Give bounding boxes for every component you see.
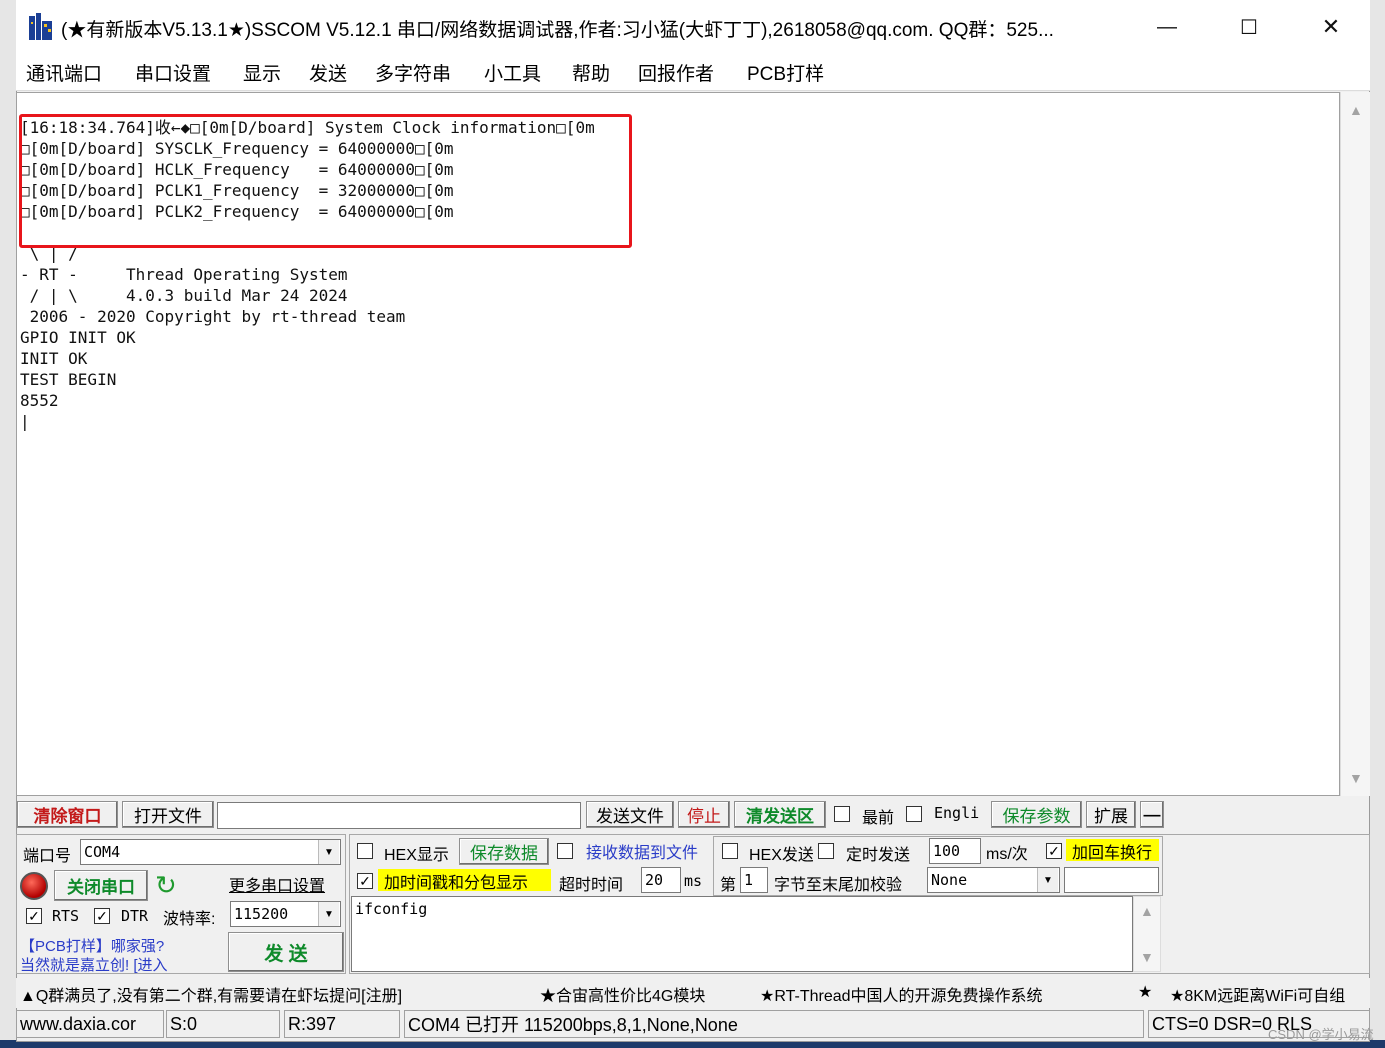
send-scrollbar[interactable]: ▲ ▼	[1133, 896, 1161, 972]
menu-feedback[interactable]: 回报作者	[638, 59, 714, 86]
scroll-down-icon[interactable]: ▼	[1349, 770, 1363, 786]
send-file-button[interactable]: 发送文件	[586, 801, 674, 828]
timed-send-checkbox[interactable]	[818, 843, 834, 859]
index-label: 第	[720, 877, 737, 894]
receive-log[interactable]: [16:18:34.764]收←◆□[0m[D/board] System Cl…	[16, 92, 1340, 796]
timeout-unit: ms	[684, 872, 703, 890]
hex-display-checkbox[interactable]	[357, 843, 373, 859]
interval-unit: ms/次	[986, 846, 1028, 863]
maximize-button[interactable]: ☐	[1208, 0, 1290, 54]
timeout-label: 超时时间	[559, 877, 624, 894]
status-site-link[interactable]: www.daxia.cor	[16, 1010, 164, 1038]
receive-scrollbar[interactable]: ▲ ▼	[1340, 92, 1370, 796]
watermark-text: CSDN @学小易流	[1268, 1027, 1374, 1042]
ticker-item[interactable]: ★RT-Thread中国人的开源免费操作系统	[760, 982, 1043, 1006]
timeout-input[interactable]: 20	[641, 867, 681, 893]
baud-dropdown-icon[interactable]: ▼	[318, 902, 339, 926]
save-data-button[interactable]: 保存数据	[459, 838, 549, 865]
send-button[interactable]: 发 送	[228, 932, 344, 972]
clear-window-button[interactable]: 清除窗口	[17, 801, 118, 828]
english-checkbox[interactable]	[906, 806, 922, 822]
ticker-item[interactable]: ▲Q群满员了,没有第二个群,有需要请在虾坛提问[注册]	[20, 982, 402, 1006]
send-text-input[interactable]: ifconfig	[351, 896, 1133, 972]
recv-to-file-checkbox[interactable]	[557, 843, 573, 859]
interval-input[interactable]: 100	[929, 838, 981, 864]
window-title: (★有新版本V5.13.1★)SSCOM V5.12.1 串口/网络数据调试器,…	[61, 20, 1054, 41]
refresh-icon[interactable]: ↻	[155, 870, 177, 901]
hex-send-checkbox[interactable]	[722, 843, 738, 859]
port-dropdown-icon[interactable]: ▼	[318, 840, 339, 864]
collapse-button[interactable]: —	[1140, 801, 1164, 828]
menu-multi-string[interactable]: 多字符串	[375, 59, 451, 86]
checksum-dropdown-icon[interactable]: ▼	[1037, 868, 1058, 892]
open-file-button[interactable]: 打开文件	[122, 801, 214, 828]
port-status-light-icon	[20, 872, 48, 900]
menu-help[interactable]: 帮助	[572, 59, 610, 86]
timestamp-checkbox[interactable]: ✓	[357, 873, 373, 889]
add-crlf-label: 加回车换行	[1066, 839, 1159, 861]
close-port-button[interactable]: 关闭串口	[54, 870, 148, 901]
stop-button[interactable]: 停止	[678, 801, 730, 828]
port-select[interactable]: COM4	[80, 839, 341, 865]
minimize-button[interactable]: —	[1126, 0, 1208, 54]
promo-line-1[interactable]: 【PCB打样】哪家强?	[20, 935, 164, 956]
port-label: 端口号	[23, 848, 72, 865]
expand-button[interactable]: 扩展	[1086, 801, 1136, 828]
recv-to-file-label: 接收数据到文件	[586, 845, 699, 862]
timed-send-label: 定时发送	[846, 847, 911, 864]
close-button[interactable]: ✕	[1290, 0, 1372, 54]
checksum-label: 字节至末尾加校验	[774, 877, 903, 894]
promo-line-2[interactable]: 当然就是嘉立创! [进入	[20, 954, 168, 975]
checksum-value: None	[931, 871, 968, 889]
add-crlf-checkbox[interactable]: ✓	[1046, 843, 1062, 859]
file-path-input[interactable]	[217, 802, 581, 829]
status-sent-count: S:0	[166, 1010, 280, 1038]
port-value: COM4	[84, 843, 121, 861]
dtr-label: DTR	[121, 907, 149, 925]
index-input[interactable]: 1	[740, 867, 768, 893]
menu-serial-settings[interactable]: 串口设置	[135, 59, 211, 86]
menu-send[interactable]: 发送	[309, 59, 347, 86]
baud-value: 115200	[234, 905, 289, 923]
rts-label: RTS	[52, 907, 80, 925]
timestamp-label: 加时间戳和分包显示	[378, 869, 551, 891]
dtr-checkbox[interactable]: ✓	[94, 908, 110, 924]
topmost-label: 最前	[862, 810, 895, 827]
ticker-item[interactable]: ★8KM远距离WiFi可自组	[1170, 982, 1370, 1006]
menu-comm-port[interactable]: 通讯端口	[26, 59, 102, 86]
status-port-state: COM4 已打开 115200bps,8,1,None,None	[404, 1010, 1144, 1038]
app-logo-icon	[28, 12, 54, 42]
english-label: Engli	[934, 804, 980, 822]
menu-display[interactable]: 显示	[243, 59, 281, 86]
desktop-left-edge	[0, 0, 16, 1048]
send-scroll-down-icon[interactable]: ▼	[1140, 949, 1154, 965]
hex-display-label: HEX显示	[384, 847, 449, 864]
scroll-up-icon[interactable]: ▲	[1349, 102, 1363, 118]
hex-send-label: HEX发送	[749, 847, 813, 864]
more-serial-settings-link[interactable]: 更多串口设置	[229, 872, 325, 896]
ticker-item[interactable]: ★合宙高性价比4G模块	[540, 982, 705, 1006]
menu-tools[interactable]: 小工具	[484, 59, 541, 86]
status-received-count: R:397	[284, 1010, 400, 1038]
ticker-item[interactable]: ★	[1138, 982, 1152, 1002]
send-scroll-up-icon[interactable]: ▲	[1140, 903, 1154, 919]
rts-checkbox[interactable]: ✓	[26, 908, 42, 924]
menu-pcb[interactable]: PCB打样	[747, 59, 824, 86]
clear-send-button[interactable]: 清发送区	[734, 801, 826, 828]
save-params-button[interactable]: 保存参数	[991, 801, 1082, 828]
topmost-checkbox[interactable]	[834, 806, 850, 822]
desktop-right-edge	[1370, 0, 1385, 1048]
receive-log-text: [16:18:34.764]收←◆□[0m[D/board] System Cl…	[20, 118, 595, 431]
checksum-extra-field[interactable]	[1064, 867, 1159, 893]
baud-label: 波特率:	[163, 911, 216, 928]
